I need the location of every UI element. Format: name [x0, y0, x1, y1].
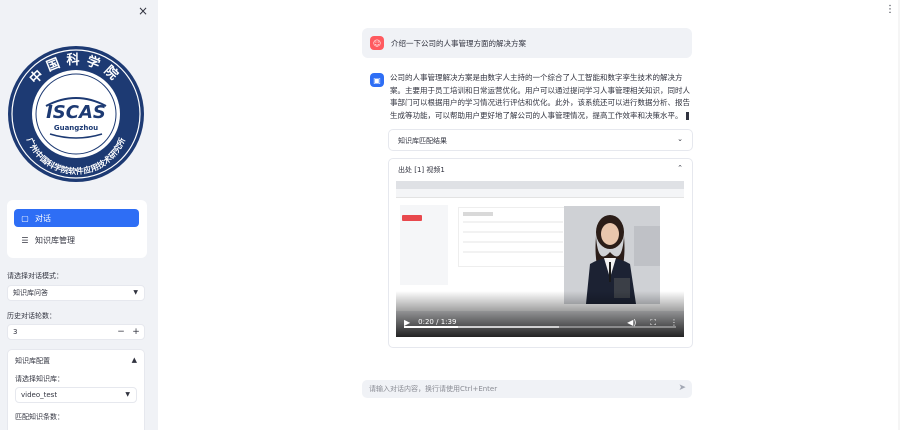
chevron-down-icon: ▼ [125, 391, 130, 398]
app-root: × 中国科学院 广州中国科学院软件应用技术研究所 ISCAS Guangzhou… [0, 0, 900, 430]
video-player[interactable]: ▶ 0:20 / 1:39 ◀) ⛶ ⋮ [396, 181, 684, 337]
history-number-input[interactable]: 3 − + [7, 324, 145, 340]
iscas-logo: 中国科学院 广州中国科学院软件应用技术研究所 ISCAS Guangzhou [6, 44, 146, 184]
kb-settings-expander: 知识库配置 ▲ 请选择知识库： video_test ▼ 匹配知识条数： [7, 349, 145, 430]
video-time: 0:20 / 1:39 [418, 318, 457, 326]
main-area: ⋮ ☺ 介绍一下公司的人事管理方面的解决方案 ▣ 公司的人事管理解决方案是由数字… [158, 0, 900, 430]
video-frame-table [458, 207, 566, 267]
kb-select[interactable]: video_test ▼ [15, 387, 137, 403]
nav-item-chat-label: 对话 [35, 213, 51, 223]
user-message-text: 介绍一下公司的人事管理方面的解决方案 [391, 38, 526, 48]
mode-select[interactable]: 知识库问答 ▼ [7, 285, 145, 301]
kb-select-label: 请选择知识库： [15, 375, 64, 383]
list-icon: ☰ [21, 235, 29, 245]
nav-item-chat[interactable]: ▢ 对话 [14, 209, 139, 227]
chat-input[interactable]: 请输入对话内容，换行请使用Ctrl+Enter ➤ [362, 380, 692, 398]
match-count-label: 匹配知识条数： [15, 413, 64, 421]
chevron-up-icon[interactable]: ▲ [132, 356, 137, 364]
user-avatar-icon: ☺ [370, 36, 384, 50]
bot-message-text: 公司的人事管理解决方案是由数字人主持的一个综合了人工智能和数字孪生技术的解决方案… [390, 73, 690, 120]
nav-item-kb-manage[interactable]: ☰ 知识库管理 [14, 231, 139, 249]
logo-city-text: Guangzhou [54, 124, 98, 132]
nav-item-kb-manage-label: 知识库管理 [35, 235, 75, 245]
history-value: 3 [13, 328, 18, 336]
video-progress-bar[interactable] [404, 326, 676, 328]
close-sidebar-button[interactable]: × [137, 4, 149, 18]
source-title: 出处 [1] 视频1 [398, 166, 445, 174]
kb-select-value: video_test [21, 391, 58, 399]
video-controls: ▶ 0:20 / 1:39 ◀) ⛶ ⋮ [396, 307, 684, 337]
bot-avatar-icon: ▣ [370, 73, 384, 87]
decrement-button[interactable]: − [114, 326, 128, 338]
sidebar: × 中国科学院 广州中国科学院软件应用技术研究所 ISCAS Guangzhou… [0, 0, 158, 430]
send-icon[interactable]: ➤ [678, 383, 686, 393]
kb-settings-label: 知识库配置 [15, 357, 50, 365]
chevron-down-icon: ▼ [133, 289, 138, 296]
mode-label: 请选择对话模式： [7, 272, 63, 280]
main-menu-button[interactable]: ⋮ [885, 4, 895, 15]
mode-select-value: 知识库问答 [13, 289, 48, 297]
history-label: 历史对话轮数： [7, 312, 56, 320]
chat-input-placeholder: 请输入对话内容，换行请使用Ctrl+Enter [369, 385, 498, 393]
increment-button[interactable]: + [129, 326, 143, 338]
logo-center-text: ISCAS [46, 102, 106, 123]
chevron-up-icon[interactable]: ⌃ [677, 164, 683, 172]
presenter-image [564, 206, 660, 304]
kb-result-expander[interactable]: 知识库匹配结果 ⌄ [388, 129, 693, 151]
chat-bubble-icon: ▢ [21, 213, 29, 223]
typing-cursor [685, 111, 689, 120]
user-message: ☺ 介绍一下公司的人事管理方面的解决方案 [362, 28, 692, 58]
kb-result-title: 知识库匹配结果 [398, 137, 447, 145]
bot-message: 公司的人事管理解决方案是由数字人主持的一个综合了人工智能和数字孪生技术的解决方案… [390, 72, 692, 122]
nav-menu: ▢ 对话 ☰ 知识库管理 [7, 200, 147, 258]
chevron-down-icon: ⌄ [677, 135, 683, 143]
